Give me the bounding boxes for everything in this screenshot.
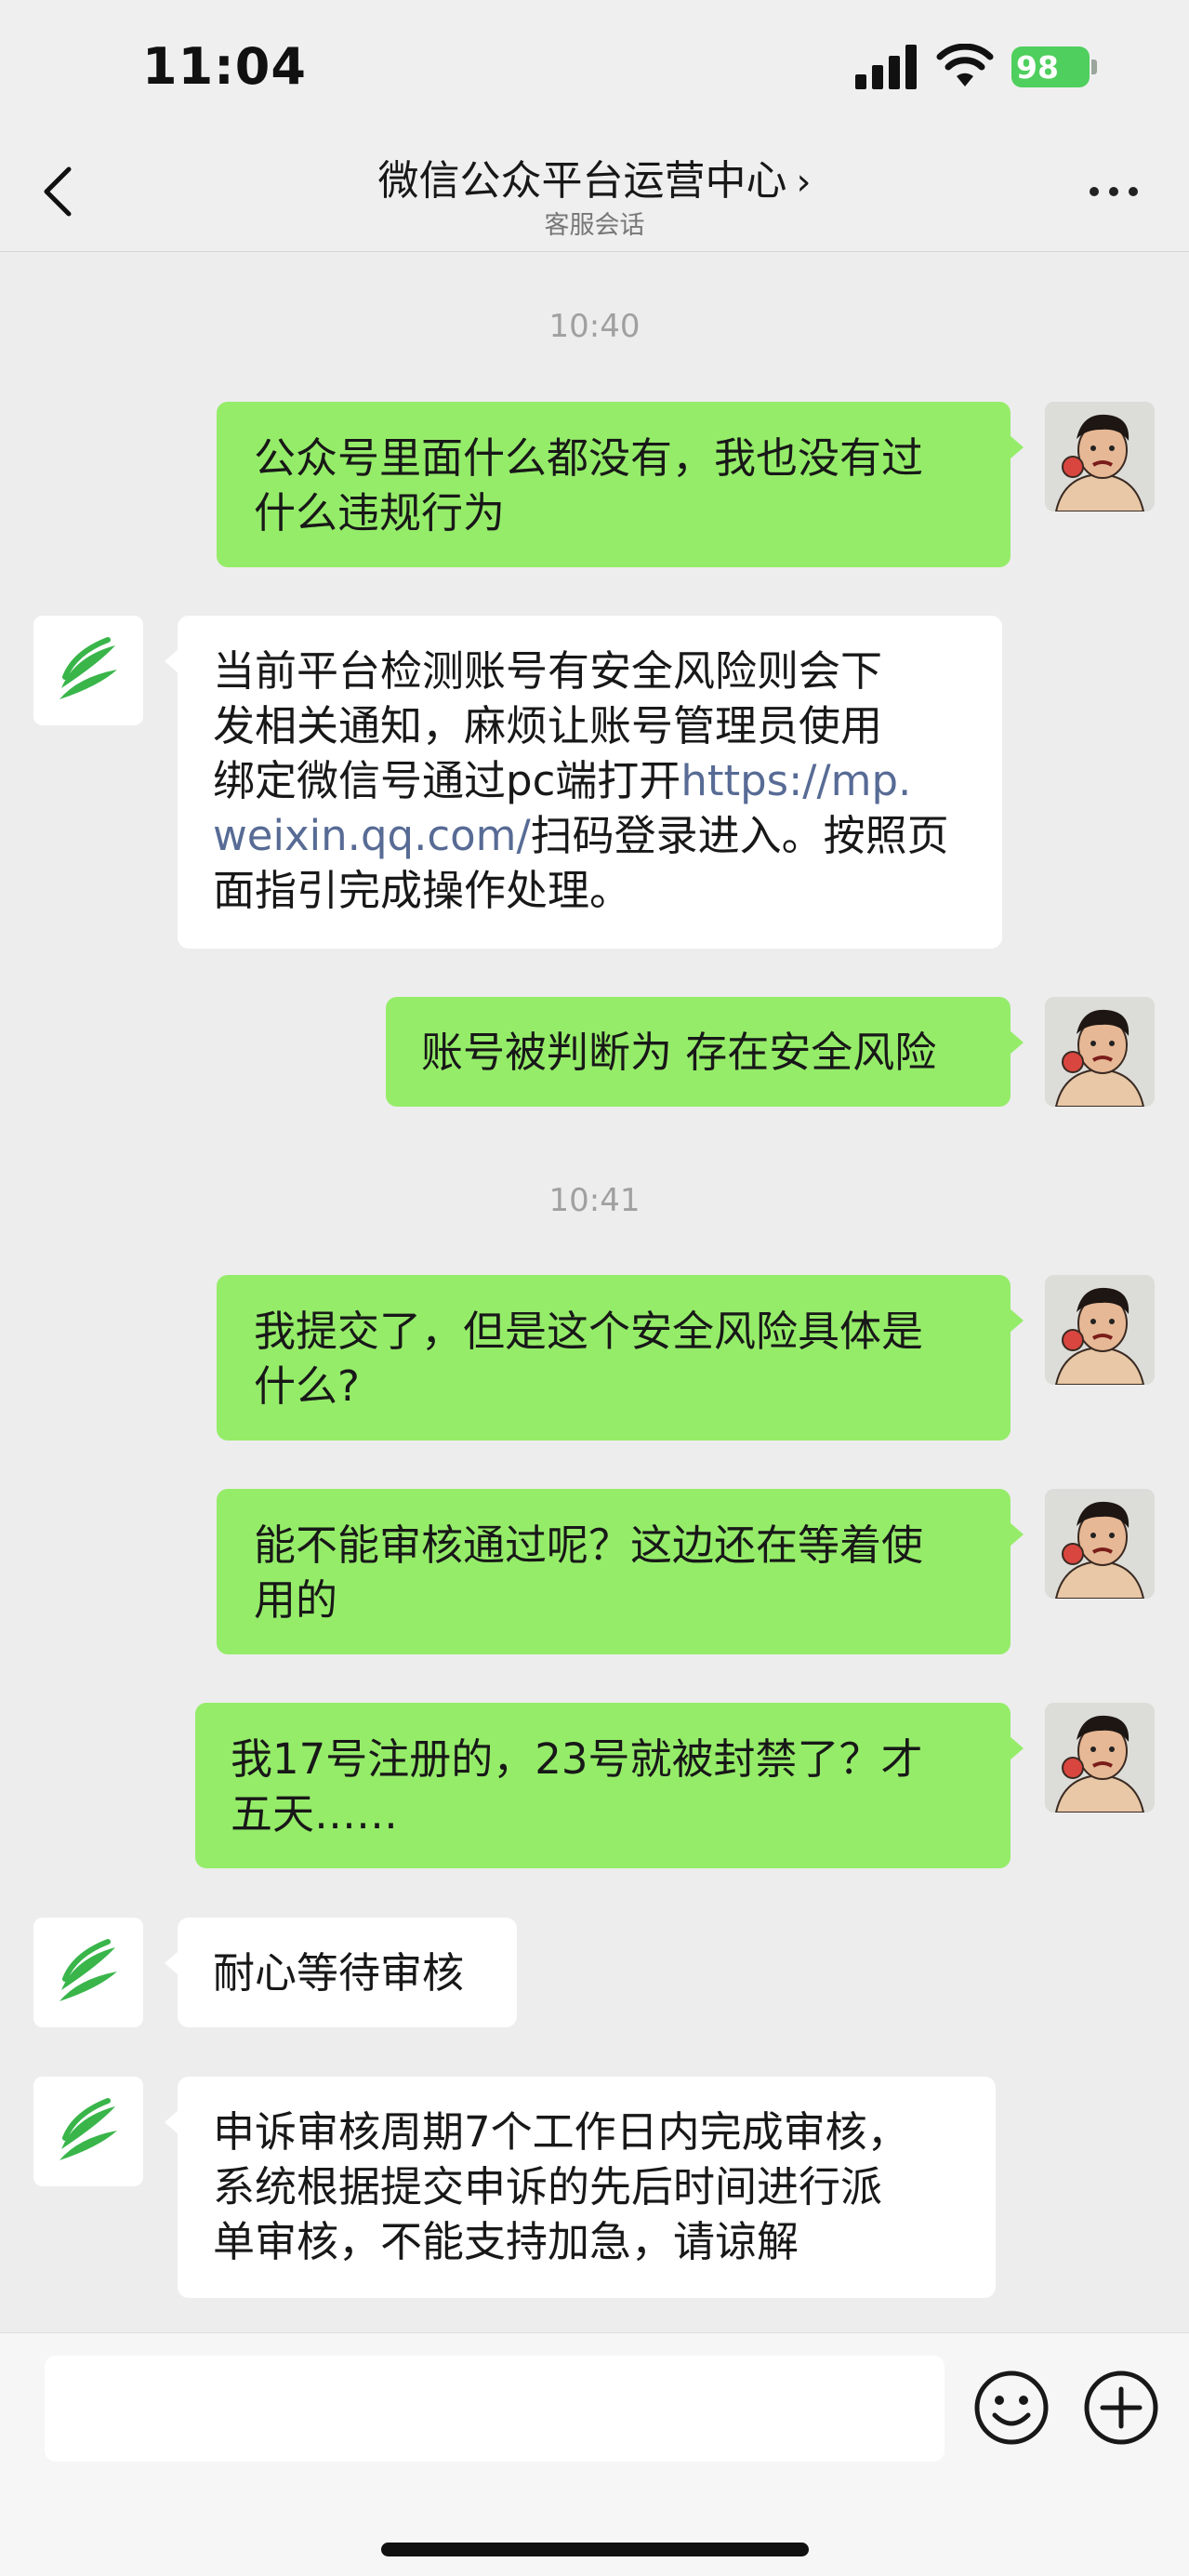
sent-message[interactable]: 我17号注册的，23号就被封禁了？才 五天……	[195, 1703, 1024, 1868]
user-avatar-image	[1045, 1489, 1155, 1599]
message-input-bar	[0, 2332, 1189, 2576]
user-avatar-image	[1045, 997, 1155, 1107]
official-account-avatar[interactable]	[33, 2077, 143, 2186]
chat-title[interactable]: 微信公众平台运营中心 ›	[0, 147, 1189, 206]
message-input[interactable]	[45, 2356, 945, 2462]
chat-header: 微信公众平台运营中心 › 客服会话	[0, 139, 1189, 252]
green-leaf-logo-icon	[33, 1918, 143, 2027]
sent-message[interactable]: 我提交了，但是这个安全风险具体是 什么?	[217, 1275, 1024, 1441]
received-message[interactable]: 当前平台检测账号有安全风险则会下 发相关通知，麻烦让账号管理员使用 绑定微信号通…	[165, 616, 1002, 949]
chat-title-text: 微信公众平台运营中心	[377, 157, 787, 205]
green-leaf-logo-icon	[33, 616, 143, 725]
home-indicator	[381, 2543, 809, 2556]
sent-message[interactable]: 账号被判断为 存在安全风险	[386, 997, 1024, 1107]
cellular-signal-icon	[855, 45, 917, 89]
battery-percent: 98	[1016, 49, 1059, 86]
status-bar: 11:04 98	[0, 0, 1189, 139]
timestamp: 10:40	[548, 308, 641, 345]
more-options-icon[interactable]	[1088, 184, 1140, 199]
timestamp: 10:41	[548, 1182, 641, 1219]
user-avatar[interactable]	[1045, 1489, 1155, 1599]
user-avatar-image	[1045, 1703, 1155, 1812]
chevron-right-icon: ›	[796, 161, 812, 204]
received-message[interactable]: 申诉审核周期7个工作日内完成审核， 系统根据提交申诉的先后时间进行派 单审核，不…	[165, 2077, 996, 2298]
plus-icon[interactable]	[1082, 2369, 1160, 2447]
user-avatar-image	[1045, 1275, 1155, 1385]
user-avatar-image	[1045, 402, 1155, 511]
user-avatar[interactable]	[1045, 1275, 1155, 1385]
sent-message[interactable]: 公众号里面什么都没有，我也没有过 什么违规行为	[217, 402, 1024, 567]
status-time: 11:04	[142, 37, 307, 96]
received-message[interactable]: 耐心等待审核	[165, 1918, 517, 2027]
emoji-icon[interactable]	[972, 2369, 1050, 2447]
chat-subtitle: 客服会话	[544, 211, 645, 240]
battery-icon: 98	[1011, 46, 1097, 87]
wifi-icon	[936, 44, 994, 86]
official-account-avatar[interactable]	[33, 616, 143, 725]
green-leaf-logo-icon	[33, 2077, 143, 2186]
user-avatar[interactable]	[1045, 402, 1155, 511]
user-avatar[interactable]	[1045, 1703, 1155, 1812]
battery-level: 98	[1011, 46, 1090, 87]
battery-tip	[1091, 60, 1097, 74]
sent-message[interactable]: 能不能审核通过呢？这边还在等着使 用的	[217, 1489, 1024, 1654]
user-avatar[interactable]	[1045, 997, 1155, 1107]
official-account-avatar[interactable]	[33, 1918, 143, 2027]
